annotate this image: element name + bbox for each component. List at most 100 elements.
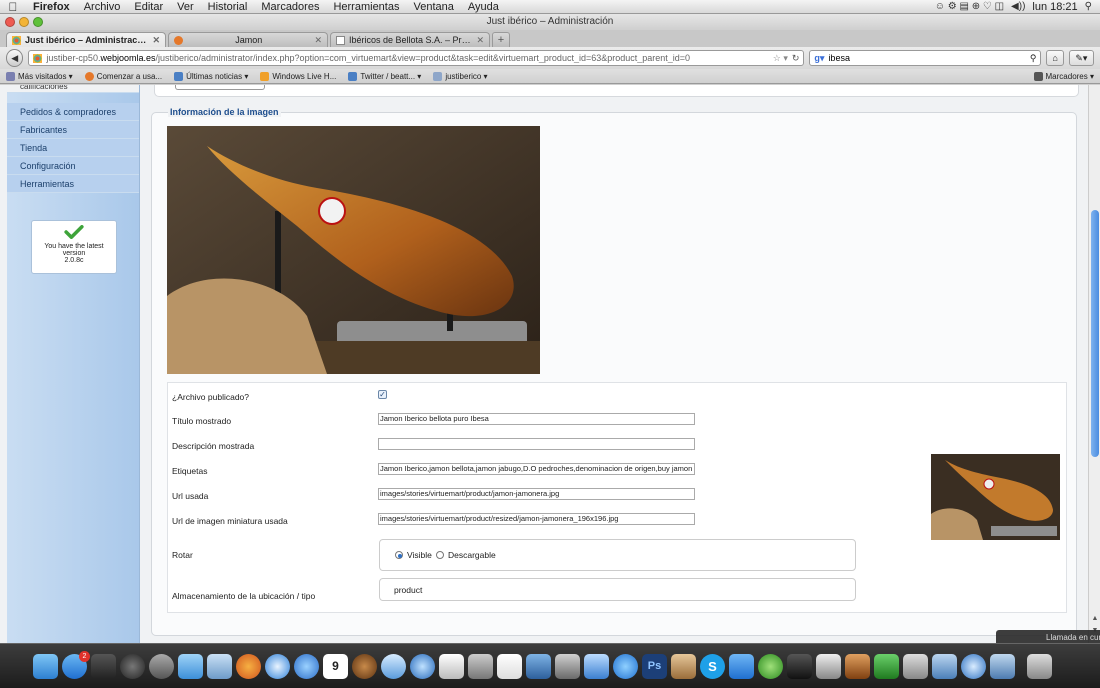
migration-icon[interactable] xyxy=(584,654,609,679)
bookmark-twitter[interactable]: Twitter / beatt... ▾ xyxy=(348,71,421,81)
clock[interactable]: lun 18:21 xyxy=(1032,1,1077,13)
page-scrollbar[interactable]: ▲ ▼ xyxy=(1088,85,1100,643)
system-prefs-icon[interactable] xyxy=(468,654,493,679)
menu-app[interactable]: Firefox xyxy=(26,1,77,13)
menu-herramientas[interactable]: Herramientas xyxy=(326,1,406,13)
skype-icon[interactable]: S xyxy=(700,654,725,679)
textedit-icon[interactable] xyxy=(497,654,522,679)
photoshop-icon[interactable]: Ps xyxy=(642,654,667,679)
navigator-icon[interactable] xyxy=(439,654,464,679)
addon-menu-icon[interactable]: ✎▾ xyxy=(1068,50,1094,66)
terminal-icon[interactable] xyxy=(932,654,957,679)
close-tab-icon[interactable]: ✕ xyxy=(476,35,484,46)
app-store-icon[interactable]: 2 xyxy=(62,651,90,679)
iphoto-icon[interactable] xyxy=(526,654,551,679)
utility-icon[interactable] xyxy=(816,654,841,679)
calc-icon[interactable] xyxy=(903,654,928,679)
menu-ver[interactable]: Ver xyxy=(170,1,201,13)
dropbox-icon[interactable] xyxy=(729,654,754,679)
dashboard-icon[interactable] xyxy=(120,654,145,679)
select-control[interactable] xyxy=(175,85,265,90)
menu-ayuda[interactable]: Ayuda xyxy=(461,1,506,13)
mail-icon[interactable] xyxy=(381,654,406,679)
update-icon[interactable] xyxy=(758,654,783,679)
close-tab-icon[interactable]: ✕ xyxy=(314,35,322,46)
bookmark-mas-visitados[interactable]: Más visitados ▾ xyxy=(6,71,73,81)
description-input[interactable] xyxy=(378,438,695,450)
url-input[interactable]: images/stories/virtuemart/product/jamon-… xyxy=(378,488,695,500)
folder-icon xyxy=(6,71,15,81)
sidebar-item-tienda[interactable]: Tienda xyxy=(7,139,139,157)
clapper-icon[interactable] xyxy=(787,654,812,679)
launchpad-icon[interactable] xyxy=(149,654,174,679)
safari-icon[interactable] xyxy=(265,654,290,679)
sidebar-item-herramientas[interactable]: Herramientas xyxy=(7,175,139,193)
menu-editar[interactable]: Editar xyxy=(127,1,170,13)
sidebar-item-configuracion[interactable]: Configuración xyxy=(7,157,139,175)
search-input[interactable]: ibesa xyxy=(828,53,1025,63)
bookmarks-menu[interactable]: Marcadores ▾ xyxy=(1033,71,1094,81)
guitar-icon[interactable] xyxy=(845,654,870,679)
network-icon[interactable] xyxy=(410,654,435,679)
google-icon[interactable]: g▾ xyxy=(814,53,824,64)
sidebar-item-fabricantes[interactable]: Fabricantes xyxy=(7,121,139,139)
tags-input[interactable]: Jamon Iberico,jamon bellota,jamon jabugo… xyxy=(378,463,695,475)
new-tab-button[interactable]: + xyxy=(492,32,510,47)
home-icon[interactable]: ⌂ xyxy=(1046,50,1064,66)
itunes-icon[interactable] xyxy=(294,654,319,679)
spotlight-icon[interactable]: ⚲ xyxy=(1085,1,1092,12)
bookmark-noticias[interactable]: Últimas noticias ▾ xyxy=(174,71,248,81)
tab-ibericos[interactable]: Ibéricos de Bellota S.A. – Produc... ✕ xyxy=(330,32,490,47)
imovie-icon[interactable] xyxy=(91,654,116,679)
search-icon[interactable]: ⚲ xyxy=(1030,53,1037,64)
bookmark-justiberico[interactable]: justiberico ▾ xyxy=(433,71,488,81)
facetime-icon[interactable] xyxy=(178,654,203,679)
published-checkbox[interactable]: ✓ xyxy=(378,390,387,399)
scroll-up-icon[interactable]: ▲ xyxy=(1090,615,1100,622)
reload-icon[interactable]: ↻ xyxy=(792,53,800,64)
radio-descargable-label[interactable]: Descargable xyxy=(448,550,496,560)
search-bar[interactable]: g▾ ibesa ⚲ xyxy=(809,50,1042,66)
volume-icon[interactable]: ◀)) xyxy=(1011,1,1025,12)
calendar-icon[interactable]: 9 xyxy=(323,654,348,679)
tab-jamon[interactable]: Jamon ✕ xyxy=(168,32,328,47)
bookmark-star-icon[interactable]: ☆ ▾ xyxy=(773,53,788,64)
bookmark-comenzar[interactable]: Comenzar a usa... xyxy=(84,71,162,81)
close-tab-icon[interactable]: ✕ xyxy=(152,35,160,46)
image-capture-icon[interactable] xyxy=(555,654,580,679)
quicktime-icon[interactable] xyxy=(961,654,986,679)
zoom-window-icon[interactable] xyxy=(33,17,43,27)
radio-visible[interactable] xyxy=(395,551,403,559)
messenger-icon[interactable] xyxy=(613,654,638,679)
trash-icon[interactable] xyxy=(1027,654,1052,679)
radio-descargable[interactable] xyxy=(436,551,444,559)
close-window-icon[interactable] xyxy=(5,17,15,27)
stamp-icon[interactable] xyxy=(671,654,696,679)
coffee-icon[interactable] xyxy=(352,654,377,679)
menu-ventana[interactable]: Ventana xyxy=(406,1,460,13)
url-bar[interactable]: justiber-cp50.webjoomla.es/justiberico/a… xyxy=(28,50,805,66)
preview-icon[interactable] xyxy=(207,654,232,679)
url-text[interactable]: justiber-cp50.webjoomla.es/justiberico/a… xyxy=(46,53,768,63)
site-identity-icon[interactable] xyxy=(33,53,43,63)
chip-icon[interactable] xyxy=(874,654,899,679)
radio-visible-label[interactable]: Visible xyxy=(407,550,432,560)
apple-menu-icon[interactable]:  xyxy=(0,0,26,14)
scrollbar-thumb[interactable] xyxy=(1091,210,1099,457)
firefox-icon[interactable] xyxy=(236,654,261,679)
finder-icon[interactable] xyxy=(33,654,58,679)
tab-admin[interactable]: Just ibérico – Administración ✕ xyxy=(6,32,166,47)
status-icons[interactable]: ☺ ⚙ ▤ ⊕ ♡ ◫ xyxy=(935,1,1004,12)
minimize-window-icon[interactable] xyxy=(19,17,29,27)
downloads-icon[interactable] xyxy=(990,654,1015,679)
title-input[interactable]: Jamon Iberico bellota puro Ibesa xyxy=(378,413,695,425)
bookmark-windows-live[interactable]: Windows Live H... xyxy=(260,71,336,81)
sidebar-item-pedidos[interactable]: Pedidos & compradores xyxy=(7,103,139,121)
sidebar-item-calificaciones[interactable]: calificaciones xyxy=(7,85,139,93)
storage-field[interactable]: product xyxy=(379,578,856,601)
menu-marcadores[interactable]: Marcadores xyxy=(254,1,326,13)
menu-archivo[interactable]: Archivo xyxy=(77,1,128,13)
menu-historial[interactable]: Historial xyxy=(201,1,255,13)
back-button[interactable]: ◀ xyxy=(6,49,24,67)
thumb-url-input[interactable]: images/stories/virtuemart/product/resize… xyxy=(378,513,695,525)
